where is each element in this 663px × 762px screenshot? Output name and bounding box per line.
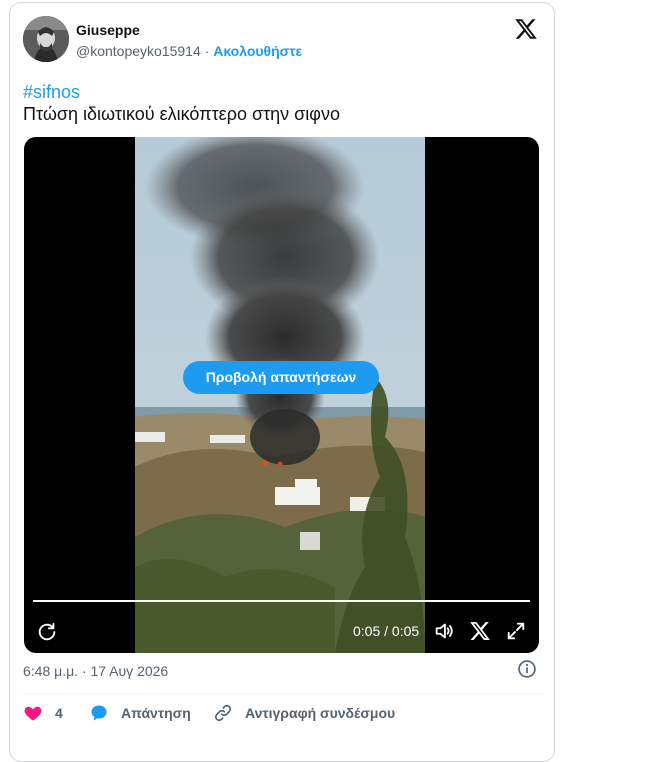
copy-link-label: Αντιγραφή συνδέσμου <box>245 705 396 721</box>
x-logo-icon[interactable] <box>469 620 491 642</box>
handle-row: @kontopeyko15914 · Ακολουθήστε <box>76 43 302 59</box>
video-progress-fill <box>33 600 530 602</box>
video-player[interactable]: Προβολή απαντήσεων 0:05 / 0:05 <box>24 137 539 653</box>
hashtag-link[interactable]: #sifnos <box>23 82 80 103</box>
link-icon <box>214 704 232 722</box>
tweet-timestamp[interactable]: 6:48 μ.μ. · 17 Αυγ 2026 <box>23 663 168 679</box>
heart-icon <box>24 706 42 721</box>
info-icon[interactable] <box>517 659 537 679</box>
view-replies-button[interactable]: Προβολή απαντήσεων <box>183 361 379 394</box>
copy-link-button[interactable]: Αντιγραφή συνδέσμου <box>213 703 395 723</box>
x-logo-icon[interactable] <box>514 17 538 41</box>
like-count: 4 <box>55 705 63 721</box>
separator: · <box>200 43 214 59</box>
reply-label: Απάντηση <box>121 705 191 721</box>
like-button[interactable]: 4 <box>23 703 63 723</box>
video-time-display: 0:05 / 0:05 <box>353 623 420 639</box>
video-frame <box>135 137 425 653</box>
avatar[interactable] <box>23 16 69 62</box>
tweet-card: Giuseppe @kontopeyko15914 · Ακολουθήστε … <box>9 2 555 762</box>
video-progress-bar[interactable] <box>33 600 530 602</box>
handle[interactable]: @kontopeyko15914 <box>76 43 201 59</box>
reply-button[interactable]: Απάντηση <box>89 703 191 723</box>
follow-link[interactable]: Ακολουθήστε <box>213 43 302 59</box>
tweet-text: Πτώση ιδιωτικού ελικόπτερο στην σιφνο <box>23 104 340 124</box>
divider <box>23 693 543 694</box>
avatar-image <box>23 16 69 62</box>
speech-bubble-icon <box>91 705 107 721</box>
fullscreen-icon[interactable] <box>505 620 527 642</box>
display-name[interactable]: Giuseppe <box>76 22 140 38</box>
volume-icon[interactable] <box>433 620 455 642</box>
replay-icon[interactable] <box>36 621 58 643</box>
